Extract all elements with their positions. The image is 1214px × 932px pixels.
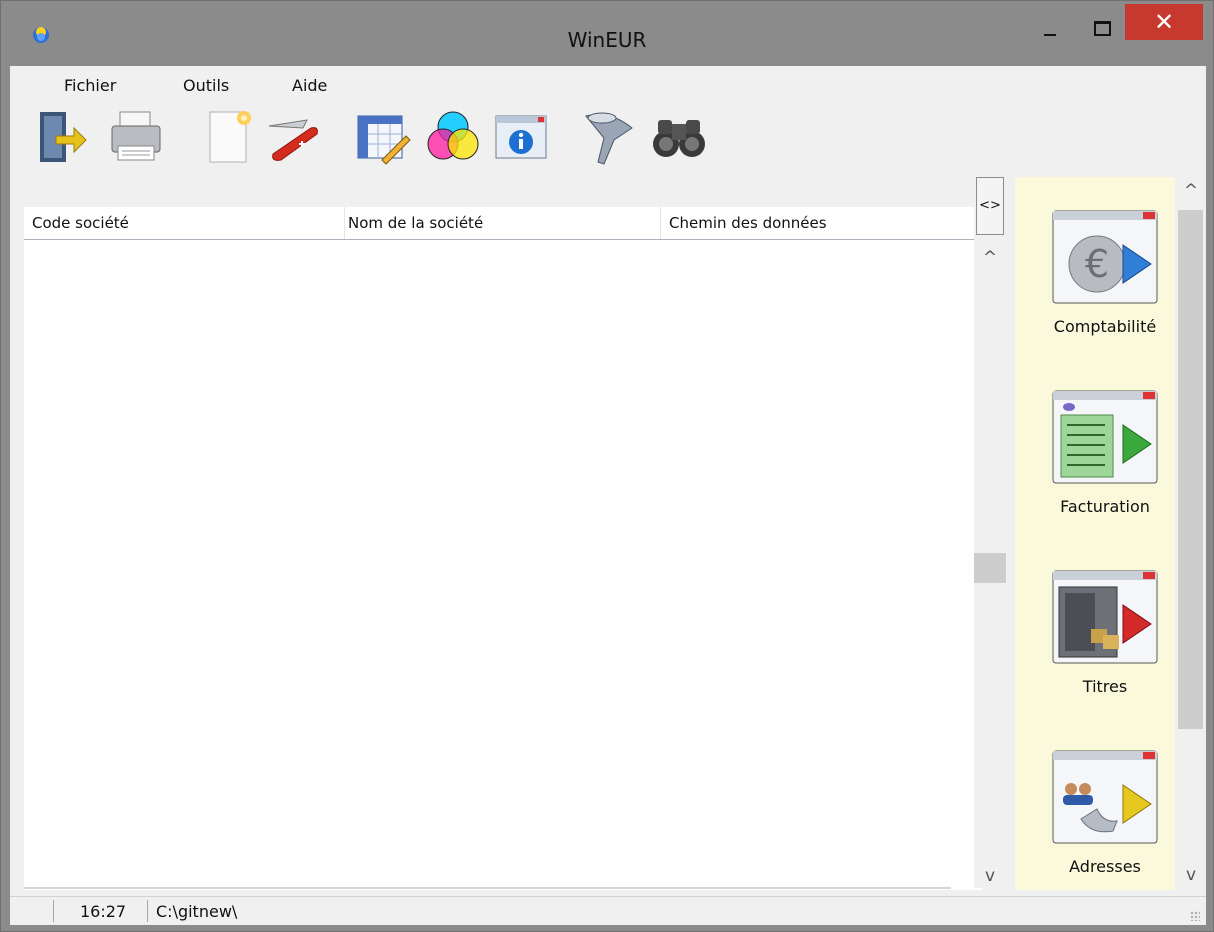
list-top-strip (24, 177, 982, 208)
list-vertical-scrollbar[interactable]: ^ v (974, 178, 1006, 888)
module-label: Comptabilité (1053, 317, 1157, 336)
table-header: Code société Nom de la société Chemin de… (24, 207, 982, 240)
status-bar: 16:27 C:\gitnew\ (10, 896, 1206, 925)
minimize-button[interactable] (1041, 9, 1059, 47)
menu-outils[interactable]: Outils (183, 76, 229, 95)
close-icon: ✕ (1153, 8, 1175, 36)
module-label: Facturation (1060, 497, 1150, 516)
module-facturation[interactable]: Facturation (1051, 389, 1159, 516)
svg-text:€: € (1085, 242, 1109, 286)
maximize-button[interactable] (1087, 9, 1117, 47)
swiss-knife-icon[interactable] (263, 106, 325, 168)
column-divider[interactable] (660, 207, 661, 239)
scroll-down-arrow[interactable]: v (974, 866, 1006, 886)
toolbar (10, 100, 1206, 174)
invoice-play-icon (1052, 390, 1158, 484)
menu-fichier[interactable]: Fichier (64, 76, 116, 95)
binoculars-icon[interactable] (648, 106, 710, 168)
status-divider (53, 900, 54, 922)
side-scroll-thumb[interactable] (1178, 210, 1203, 729)
side-scroll-up-arrow[interactable]: ^ (1176, 181, 1206, 201)
scroll-thumb[interactable] (974, 553, 1006, 583)
new-document-icon[interactable] (200, 106, 262, 168)
contacts-phone-play-icon (1052, 750, 1158, 844)
safe-play-icon (1052, 570, 1158, 664)
company-list-panel[interactable]: Code société Nom de la société Chemin de… (24, 177, 982, 890)
module-comptabilite[interactable]: € Comptabilité (1051, 209, 1159, 336)
module-label: Adresses (1069, 857, 1141, 876)
menu-bar: Fichier Outils Aide (10, 66, 1206, 98)
resize-grip-icon[interactable] (1190, 911, 1200, 921)
scroll-up-arrow[interactable]: ^ (974, 248, 1006, 268)
window-title: WinEUR (567, 28, 647, 52)
info-window-icon[interactable] (490, 106, 552, 168)
side-scroll-down-arrow[interactable]: v (1176, 865, 1206, 885)
status-time: 16:27 (80, 902, 127, 921)
module-titres[interactable]: Titres (1051, 569, 1159, 696)
maximize-icon (1093, 20, 1111, 36)
menu-aide[interactable]: Aide (292, 76, 327, 95)
collapse-panel-button[interactable]: <> (976, 177, 1004, 235)
title-bar[interactable]: WinEUR ✕ (1, 1, 1213, 66)
minimize-icon (1044, 34, 1056, 36)
column-header-nom[interactable]: Nom de la société (348, 214, 483, 232)
side-panel-scrollbar[interactable]: ^ v (1176, 177, 1206, 890)
column-header-code[interactable]: Code société (32, 214, 129, 232)
module-label: Titres (1082, 677, 1128, 696)
table-edit-icon[interactable] (352, 106, 414, 168)
module-adresses[interactable]: Adresses (1051, 749, 1159, 876)
euro-play-icon: € (1052, 210, 1158, 304)
column-divider[interactable] (344, 207, 345, 239)
color-wheel-icon[interactable] (422, 106, 484, 168)
app-window: WinEUR ✕ Fichier Outils Aide Code sociét… (0, 0, 1214, 932)
horizontal-scroll-track[interactable] (24, 887, 951, 889)
printer-icon[interactable] (106, 106, 168, 168)
column-header-chemin[interactable]: Chemin des données (669, 214, 827, 232)
status-divider (147, 900, 148, 922)
status-path: C:\gitnew\ (156, 902, 238, 921)
filter-funnel-icon[interactable] (580, 106, 642, 168)
exit-door-icon[interactable] (30, 106, 92, 168)
close-button[interactable]: ✕ (1125, 4, 1203, 40)
module-side-panel: € Comptabilité Facturation Titres Adress… (1015, 177, 1175, 890)
